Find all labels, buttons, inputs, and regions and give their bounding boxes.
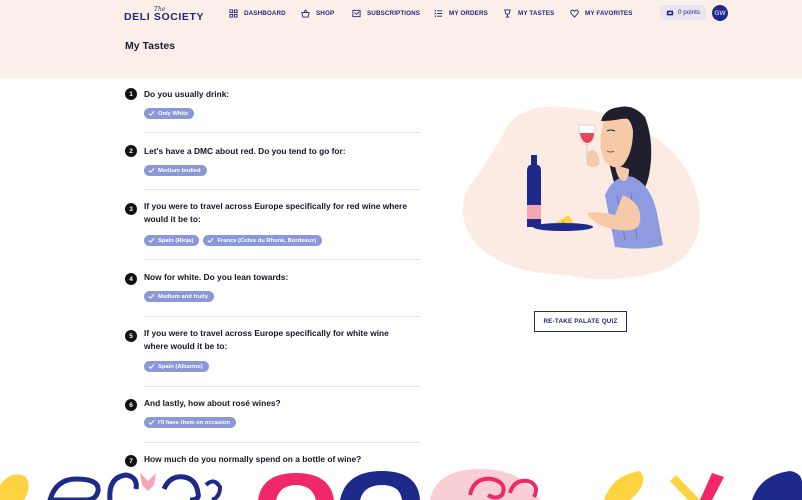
divider — [144, 189, 420, 190]
answer-label: Medium bodied — [158, 167, 201, 174]
answer-label: Spain (Rioja) — [158, 237, 194, 244]
nav-label: MY FAVORITES — [585, 9, 633, 17]
list-icon — [434, 9, 443, 17]
glass-icon — [504, 8, 511, 18]
check-icon — [207, 237, 214, 244]
deli-society-logo[interactable]: The DELI SOCIETY — [124, 6, 204, 26]
answer-chip: Spain (Albarino) — [144, 361, 209, 372]
question-text: And lastly, how about rosé wines? — [144, 398, 281, 408]
nav-label: SHOP — [316, 9, 335, 17]
answer-chip: Only White — [144, 108, 195, 119]
answer-chip: Medium bodied — [144, 165, 207, 176]
answer-chip: Spain (Rioja) — [144, 235, 200, 246]
question-text: If you were to travel across Europe spec… — [144, 328, 389, 351]
nav-my-orders[interactable]: MY ORDERS — [434, 6, 488, 20]
avatar[interactable]: GW — [712, 5, 728, 21]
check-icon — [148, 110, 155, 117]
points-icon — [666, 10, 674, 15]
subscription-icon — [352, 9, 361, 17]
question-text: Let's have a DMC about red. Do you tend … — [144, 146, 346, 156]
divider — [144, 442, 420, 443]
answer-label: Spain (Albarino) — [158, 363, 203, 370]
question-number: 5 — [125, 330, 137, 342]
nav-shop[interactable]: SHOP — [301, 6, 334, 20]
answer-label: Medium and fruity — [158, 293, 208, 300]
points-badge[interactable]: 0 points — [660, 5, 706, 20]
nav-label: SUBSCRIPTIONS — [367, 9, 421, 17]
retake-palate-quiz-button[interactable]: RE-TAKE PALATE QUIZ — [534, 311, 627, 332]
question-text: Do you usually drink: — [144, 89, 230, 99]
check-icon — [148, 293, 155, 300]
nav-label: MY ORDERS — [449, 9, 488, 17]
nav-label: DASHBOARD — [244, 9, 286, 17]
nav-label: MY TASTES — [518, 9, 555, 17]
divider — [144, 132, 420, 133]
answer-label: France (Cotes du Rhone, Bordeaux) — [217, 237, 317, 244]
decorative-footer-pattern — [0, 469, 802, 500]
check-icon — [148, 363, 155, 370]
nav-subscriptions[interactable]: SUBSCRIPTIONS — [352, 6, 420, 20]
nav-dashboard[interactable]: DASHBOARD — [229, 6, 286, 20]
check-icon — [148, 237, 155, 244]
check-icon — [148, 167, 155, 174]
logo-wordmark: DELI SOCIETY — [124, 11, 205, 23]
nav-my-tastes[interactable]: MY TASTES — [503, 6, 554, 20]
heart-icon — [570, 9, 579, 18]
nav-my-favorites[interactable]: MY FAVORITES — [570, 6, 633, 20]
divider — [144, 316, 420, 317]
answer-chip: Medium and fruity — [144, 291, 214, 302]
answer-label: I'll have them on occasion — [158, 419, 230, 426]
question-text: Now for white. Do you lean towards: — [144, 272, 289, 282]
page-title: My Tastes — [125, 40, 175, 52]
grid-icon — [229, 8, 238, 18]
answer-chip: I'll have them on occasion — [144, 417, 236, 428]
question-text: If you were to travel across Europe spec… — [144, 201, 407, 224]
points-text: 0 points — [677, 9, 701, 16]
question-number: 6 — [125, 399, 137, 411]
divider — [144, 386, 420, 387]
question-number: 2 — [125, 145, 137, 157]
question-number: 4 — [125, 273, 137, 285]
divider — [144, 259, 420, 260]
check-icon — [148, 419, 155, 426]
question-number: 3 — [125, 203, 137, 215]
question-number: 1 — [125, 88, 137, 100]
answer-label: Only White — [158, 110, 189, 117]
answer-chip: France (Cotes du Rhone, Bordeaux) — [203, 235, 323, 246]
wine-tasting-illustration — [462, 106, 700, 280]
basket-icon — [301, 8, 310, 18]
